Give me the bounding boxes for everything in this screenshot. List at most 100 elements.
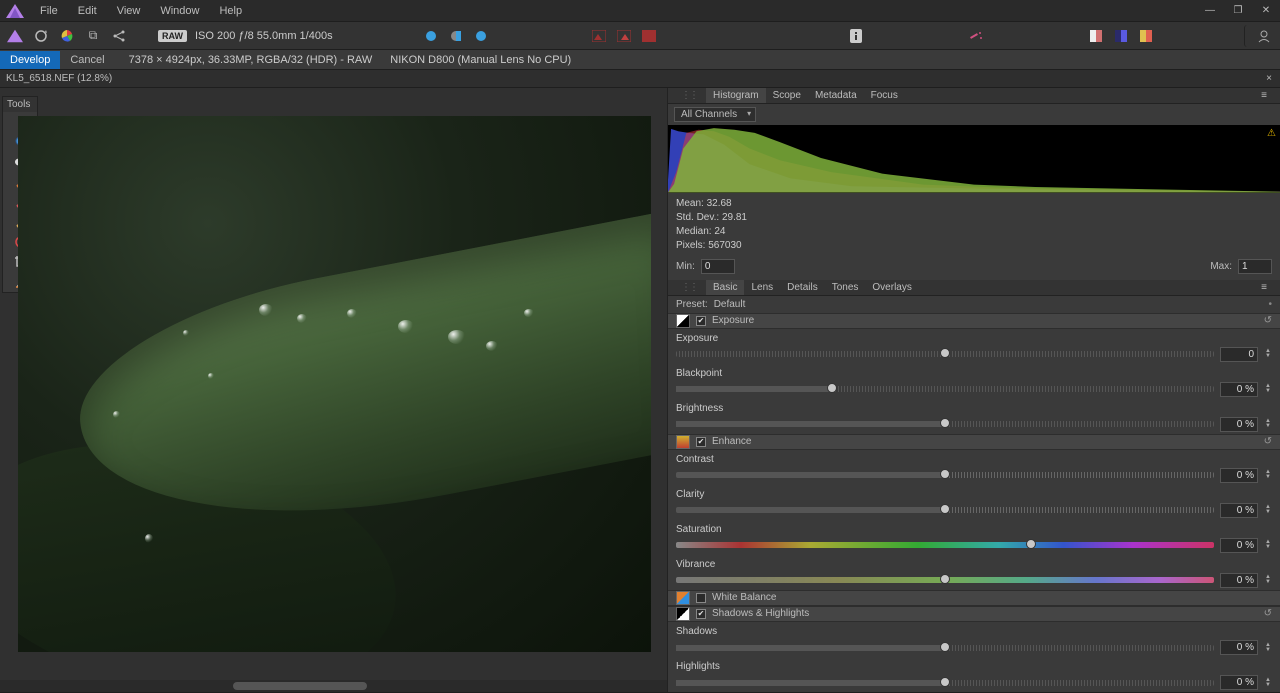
exposure-section-label: Exposure [712,315,754,326]
panel-grip-icon[interactable]: ⋮⋮ [674,88,704,103]
vibrance-stepper[interactable]: ▲▼ [1264,575,1272,585]
highlights-stepper[interactable]: ▲▼ [1264,678,1272,688]
tab-histogram[interactable]: Histogram [706,88,766,103]
info-toggle-icon[interactable] [845,25,867,47]
max-input[interactable]: 1 [1238,259,1272,274]
tab-scope[interactable]: Scope [766,88,808,103]
contrast-value[interactable]: 0 % [1220,468,1258,483]
clarity-stepper[interactable]: ▲▼ [1264,505,1272,515]
menu-help[interactable]: Help [209,5,252,17]
white-balance-section-label: White Balance [712,592,776,603]
menu-window[interactable]: Window [150,5,209,17]
menu-file[interactable]: File [30,5,68,17]
highlights-slider[interactable] [676,680,1214,686]
saturation-slider[interactable] [676,542,1214,548]
brightness-stepper[interactable]: ▲▼ [1264,419,1272,429]
tab-lens[interactable]: Lens [744,280,780,295]
section-white-balance[interactable]: White Balance [668,590,1280,606]
preset-menu-icon[interactable]: • [1268,299,1272,310]
close-tab-icon[interactable]: × [1266,73,1272,84]
clip-shadows-icon[interactable] [588,25,610,47]
clip-tones-icon[interactable] [638,25,660,47]
blackpoint-slider[interactable] [676,386,1214,392]
tab-focus[interactable]: Focus [864,88,905,103]
saturation-value[interactable]: 0 % [1220,538,1258,553]
histogram-stats: Mean: 32.68 Std. Dev.: 29.81 Median: 24 … [668,193,1280,257]
shadows-highlights-reset-icon[interactable]: ↺ [1264,608,1272,619]
min-input[interactable]: 0 [701,259,735,274]
exposure-slider[interactable] [676,351,1214,357]
window-close-icon[interactable]: ✕ [1252,5,1280,16]
swatch-b-icon[interactable] [1110,25,1132,47]
white-balance-enable-checkbox[interactable] [696,593,706,603]
exposure-enable-checkbox[interactable] [696,316,706,326]
cancel-button[interactable]: Cancel [60,51,114,69]
preset-label: Preset: [676,299,708,310]
preset-value[interactable]: Default [714,299,746,310]
channels-dropdown[interactable]: All Channels [674,107,756,122]
tab-basic[interactable]: Basic [706,280,744,295]
shadows-stepper[interactable]: ▲▼ [1264,643,1272,653]
contrast-slider[interactable] [676,472,1214,478]
refresh-icon[interactable] [30,25,52,47]
color-wheel-icon[interactable] [56,25,78,47]
contrast-stepper[interactable]: ▲▼ [1264,470,1272,480]
menu-edit[interactable]: Edit [68,5,107,17]
tab-tones[interactable]: Tones [825,280,866,295]
context-bar: Develop Cancel 7378 × 4924px, 36.33MP, R… [0,50,1280,70]
vibrance-value[interactable]: 0 % [1220,573,1258,588]
tab-overlays[interactable]: Overlays [865,280,918,295]
blackpoint-stepper[interactable]: ▲▼ [1264,384,1272,394]
panel-grip-icon[interactable]: ⋮⋮ [674,280,704,295]
window-restore-icon[interactable]: ❐ [1224,5,1252,16]
window-minimize-icon[interactable]: — [1196,5,1224,16]
brightness-slider[interactable] [676,421,1214,427]
shot-info: ISO 200 ƒ/8 55.0mm 1/400s [195,30,333,42]
swatch-c-icon[interactable] [1135,25,1157,47]
white-balance-section-icon [676,591,690,605]
enhance-reset-icon[interactable]: ↺ [1264,436,1272,447]
swatch-a-icon[interactable] [1085,25,1107,47]
clarity-slider[interactable] [676,507,1214,513]
panel-menu-icon[interactable]: ≡ [1254,88,1274,103]
single-view-icon[interactable] [420,25,442,47]
main-toolbar: ⧉ RAW ISO 200 ƒ/8 55.0mm 1/400s [0,22,1280,50]
section-enhance[interactable]: Enhance ↺ [668,434,1280,450]
blackpoint-value[interactable]: 0 % [1220,382,1258,397]
share-icon[interactable] [108,25,130,47]
tab-metadata[interactable]: Metadata [808,88,864,103]
enhance-enable-checkbox[interactable] [696,437,706,447]
shadows-value[interactable]: 0 % [1220,640,1258,655]
raw-badge: RAW [158,30,187,42]
develop-button[interactable]: Develop [0,51,60,69]
enhance-section-icon [676,435,690,449]
compare-icon[interactable]: ⧉ [82,25,104,47]
horizontal-scrollbar[interactable] [0,680,667,692]
shadows-slider[interactable] [676,645,1214,651]
panel-menu-icon[interactable]: ≡ [1254,280,1274,295]
section-exposure[interactable]: Exposure ↺ [668,313,1280,329]
clip-highlights-icon[interactable] [613,25,635,47]
image-canvas[interactable] [18,116,651,652]
saturation-stepper[interactable]: ▲▼ [1264,540,1272,550]
clarity-value[interactable]: 0 % [1220,503,1258,518]
camera-info: NIKON D800 (Manual Lens No CPU) [390,54,571,66]
account-icon[interactable] [1244,25,1274,47]
mirror-view-icon[interactable] [470,25,492,47]
exposure-value[interactable]: 0 [1220,347,1258,362]
tab-details[interactable]: Details [780,280,825,295]
highlights-value[interactable]: 0 % [1220,675,1258,690]
vibrance-slider-label: Vibrance [676,559,1272,570]
vibrance-slider[interactable] [676,577,1214,583]
split-view-icon[interactable] [445,25,467,47]
shadows-highlights-enable-checkbox[interactable] [696,609,706,619]
tools-title: Tools [3,97,37,112]
document-tab[interactable]: KL5_6518.NEF (12.8%) [6,73,112,84]
exposure-reset-icon[interactable]: ↺ [1264,315,1272,326]
menu-view[interactable]: View [107,5,151,17]
persona-icon[interactable] [4,25,26,47]
section-shadows-highlights[interactable]: Shadows & Highlights ↺ [668,606,1280,622]
auto-enhance-icon[interactable] [965,25,987,47]
brightness-value[interactable]: 0 % [1220,417,1258,432]
exposure-stepper[interactable]: ▲▼ [1264,349,1272,359]
